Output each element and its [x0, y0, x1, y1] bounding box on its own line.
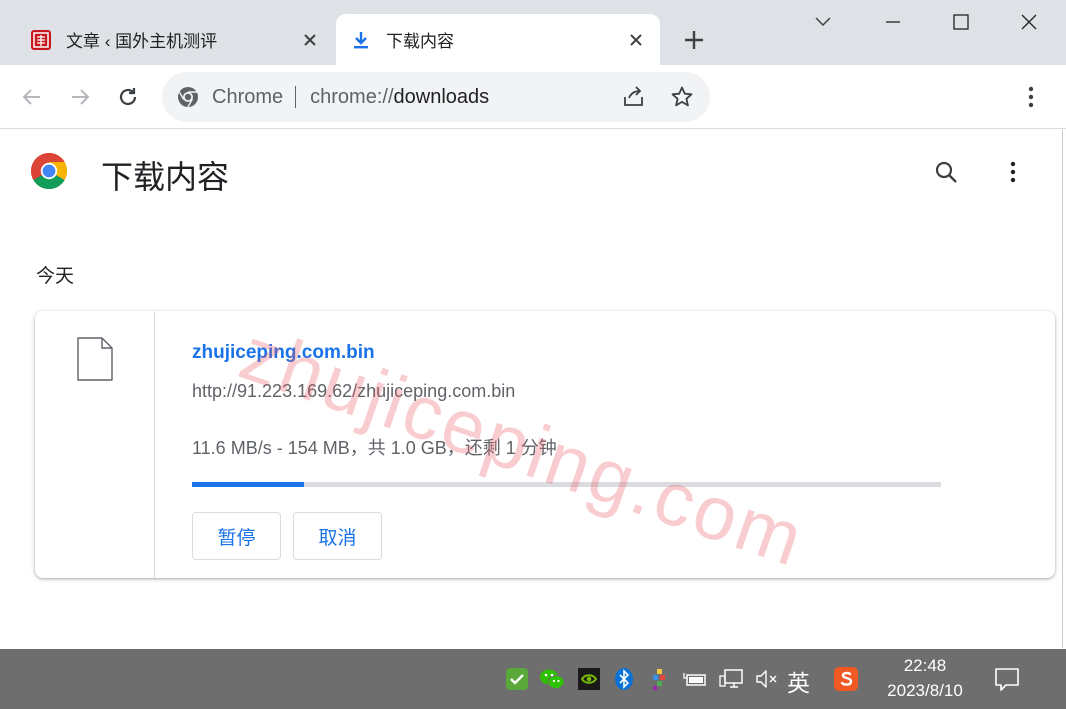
- wechat-icon[interactable]: [539, 666, 565, 692]
- reload-icon: [119, 88, 137, 106]
- chrome-menu-button[interactable]: [1016, 81, 1046, 113]
- page-header: 下载内容: [0, 130, 1062, 214]
- date-section-label: 今天: [36, 266, 75, 287]
- clock-time: 22:48: [903, 656, 947, 675]
- file-icon-column: [35, 311, 155, 578]
- forward-button[interactable]: [64, 81, 96, 113]
- close-icon: [1021, 14, 1037, 30]
- more-vertical-icon: [1028, 86, 1034, 108]
- chrome-logo-icon: [30, 153, 68, 190]
- notification-center-icon[interactable]: [993, 665, 1021, 693]
- maximize-icon: [953, 14, 969, 30]
- file-source-url: http://91.223.169.62/zhujiceping.com.bin: [192, 381, 516, 401]
- omnibox-divider: [295, 86, 297, 108]
- tab-articles[interactable]: 文章 ‹ 国外主机测评: [16, 14, 334, 65]
- file-icon: [77, 337, 113, 381]
- pause-button[interactable]: 暂停: [192, 512, 281, 560]
- share-icon: [624, 86, 643, 106]
- page-more-button[interactable]: [998, 156, 1028, 188]
- security-shield-icon[interactable]: [504, 666, 530, 692]
- new-tab-button[interactable]: [678, 24, 710, 56]
- download-arrow-icon: [350, 29, 372, 51]
- download-item: zhujiceping.com.bin http://91.223.169.62…: [35, 311, 1055, 578]
- search-downloads-button[interactable]: [930, 156, 962, 188]
- arrow-right-icon: [72, 89, 90, 105]
- download-progress-bar: [192, 482, 941, 487]
- download-status: 11.6 MB/s - 154 MB，共 1.0 GB，还剩 1 分钟: [192, 438, 557, 458]
- tab-title: 下载内容: [386, 32, 454, 51]
- search-icon: [935, 161, 957, 183]
- ime-indicator[interactable]: 英: [787, 664, 810, 698]
- close-window-button[interactable]: [1012, 5, 1046, 39]
- tab-search-button[interactable]: [806, 5, 840, 39]
- bluetooth-icon[interactable]: [611, 666, 637, 692]
- close-tab-icon[interactable]: [622, 26, 650, 54]
- address-bar[interactable]: Chrome chrome://downloads: [162, 72, 710, 122]
- tab-strip: 文章 ‹ 国外主机测评 下载内容: [0, 0, 1066, 65]
- url-host: downloads: [393, 85, 490, 108]
- site-seal-icon: [30, 29, 52, 51]
- star-icon: [671, 86, 693, 107]
- close-tab-icon[interactable]: [296, 26, 324, 54]
- chevron-down-icon: [815, 17, 831, 27]
- page-title: 下载内容: [101, 159, 230, 195]
- omnibox-url[interactable]: chrome://downloads: [310, 86, 489, 109]
- omnibox-chip: Chrome: [212, 85, 284, 108]
- windows-taskbar: 英 22:48 2023/8/10: [0, 649, 1066, 709]
- tab-downloads[interactable]: 下载内容: [336, 14, 660, 65]
- reload-button[interactable]: [112, 81, 144, 113]
- arrow-left-icon: [22, 89, 40, 105]
- nvidia-icon[interactable]: [576, 666, 602, 692]
- minimize-button[interactable]: [876, 5, 910, 39]
- download-progress-fill: [192, 482, 305, 487]
- more-vertical-icon: [1010, 161, 1016, 183]
- url-scheme: chrome://: [310, 85, 394, 108]
- chrome-icon: [176, 85, 200, 109]
- cancel-button[interactable]: 取消: [293, 512, 382, 560]
- color-picker-icon[interactable]: [646, 666, 672, 692]
- tab-title: 文章 ‹ 国外主机测评: [66, 32, 218, 51]
- network-icon[interactable]: [718, 666, 744, 692]
- volume-muted-icon[interactable]: [754, 666, 780, 692]
- sogou-input-icon[interactable]: [833, 666, 859, 692]
- battery-icon[interactable]: [682, 666, 708, 692]
- browser-toolbar: Chrome chrome://downloads: [0, 65, 1066, 129]
- clock-date: 2023/8/10: [887, 681, 963, 700]
- maximize-button[interactable]: [944, 5, 978, 39]
- system-clock[interactable]: 22:48 2023/8/10: [876, 654, 974, 704]
- back-button[interactable]: [16, 81, 48, 113]
- file-name-link[interactable]: zhujiceping.com.bin: [192, 342, 375, 364]
- minimize-icon: [886, 21, 900, 23]
- downloads-page: 下载内容 今天 zhujiceping.com.bin http://91.22…: [0, 130, 1063, 648]
- bookmark-button[interactable]: [667, 82, 697, 112]
- share-button[interactable]: [619, 82, 649, 112]
- plus-icon: [685, 31, 703, 49]
